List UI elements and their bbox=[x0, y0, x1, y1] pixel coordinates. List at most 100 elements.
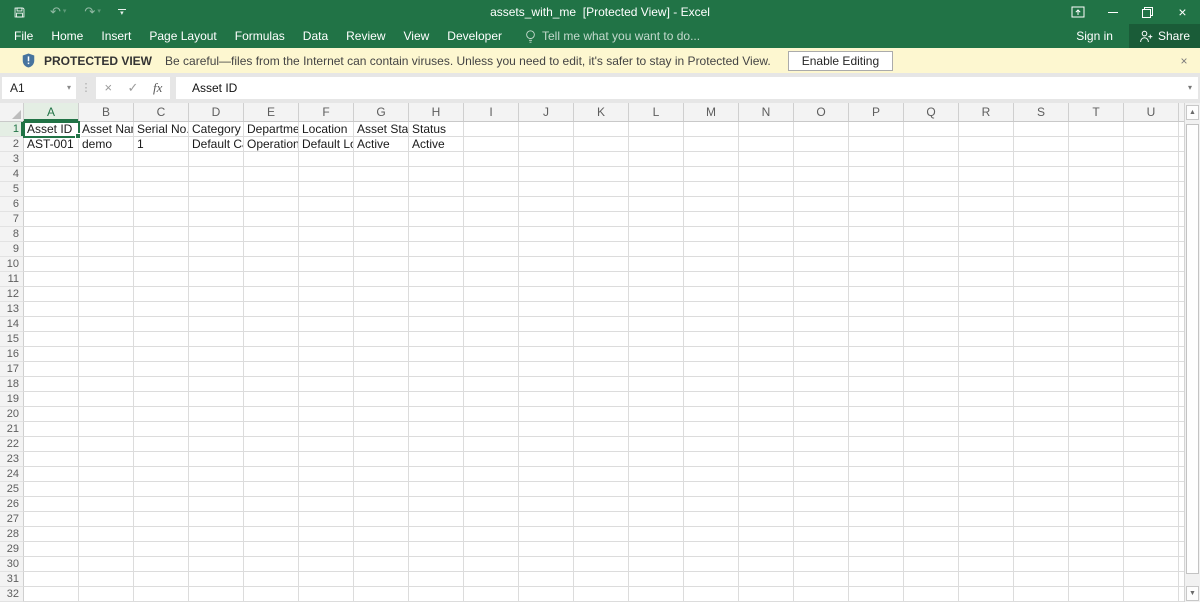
cell-F5[interactable] bbox=[299, 182, 354, 197]
cell-J21[interactable] bbox=[519, 422, 574, 437]
cell-C29[interactable] bbox=[134, 542, 189, 557]
cell-Q3[interactable] bbox=[904, 152, 959, 167]
row-header-9[interactable]: 9 bbox=[0, 242, 24, 257]
cell-N11[interactable] bbox=[739, 272, 794, 287]
cell-E7[interactable] bbox=[244, 212, 299, 227]
cell-F12[interactable] bbox=[299, 287, 354, 302]
cell-O16[interactable] bbox=[794, 347, 849, 362]
row-header-18[interactable]: 18 bbox=[0, 377, 24, 392]
cell-A31[interactable] bbox=[24, 572, 79, 587]
column-header-J[interactable]: J bbox=[519, 103, 574, 121]
cell-C6[interactable] bbox=[134, 197, 189, 212]
cell-I12[interactable] bbox=[464, 287, 519, 302]
cell-F8[interactable] bbox=[299, 227, 354, 242]
cell-M9[interactable] bbox=[684, 242, 739, 257]
cell-B32[interactable] bbox=[79, 587, 134, 602]
cell-J6[interactable] bbox=[519, 197, 574, 212]
row-header-8[interactable]: 8 bbox=[0, 227, 24, 242]
scrollbar-thumb[interactable] bbox=[1186, 124, 1199, 574]
fill-handle[interactable] bbox=[75, 133, 81, 139]
cell-G9[interactable] bbox=[354, 242, 409, 257]
cell-T27[interactable] bbox=[1069, 512, 1124, 527]
cell-P4[interactable] bbox=[849, 167, 904, 182]
cell-S1[interactable] bbox=[1014, 122, 1069, 137]
cell-H16[interactable] bbox=[409, 347, 464, 362]
cell-P23[interactable] bbox=[849, 452, 904, 467]
row-header-1[interactable]: 1 bbox=[0, 122, 24, 137]
cell-N10[interactable] bbox=[739, 257, 794, 272]
cell-C30[interactable] bbox=[134, 557, 189, 572]
cell-E26[interactable] bbox=[244, 497, 299, 512]
cell-D30[interactable] bbox=[189, 557, 244, 572]
cell-S6[interactable] bbox=[1014, 197, 1069, 212]
cell-N6[interactable] bbox=[739, 197, 794, 212]
cell-O1[interactable] bbox=[794, 122, 849, 137]
cell-H25[interactable] bbox=[409, 482, 464, 497]
cell-T23[interactable] bbox=[1069, 452, 1124, 467]
cell-I30[interactable] bbox=[464, 557, 519, 572]
row-header-13[interactable]: 13 bbox=[0, 302, 24, 317]
cell-S14[interactable] bbox=[1014, 317, 1069, 332]
cell-F31[interactable] bbox=[299, 572, 354, 587]
cell-L6[interactable] bbox=[629, 197, 684, 212]
row-header-12[interactable]: 12 bbox=[0, 287, 24, 302]
cell-U32[interactable] bbox=[1124, 587, 1179, 602]
cell-K18[interactable] bbox=[574, 377, 629, 392]
cell-H32[interactable] bbox=[409, 587, 464, 602]
cell-A17[interactable] bbox=[24, 362, 79, 377]
cell-E3[interactable] bbox=[244, 152, 299, 167]
cell-L17[interactable] bbox=[629, 362, 684, 377]
cell-R10[interactable] bbox=[959, 257, 1014, 272]
select-all-button[interactable] bbox=[0, 103, 24, 121]
cell-K13[interactable] bbox=[574, 302, 629, 317]
cell-P3[interactable] bbox=[849, 152, 904, 167]
cell-J10[interactable] bbox=[519, 257, 574, 272]
cell-A22[interactable] bbox=[24, 437, 79, 452]
cell-A30[interactable] bbox=[24, 557, 79, 572]
cell-M26[interactable] bbox=[684, 497, 739, 512]
cell-J2[interactable] bbox=[519, 137, 574, 152]
enter-check-icon[interactable]: ✓ bbox=[121, 77, 146, 99]
cell-N20[interactable] bbox=[739, 407, 794, 422]
cell-D2[interactable]: Default Category bbox=[189, 137, 244, 152]
cell-T19[interactable] bbox=[1069, 392, 1124, 407]
cell-C17[interactable] bbox=[134, 362, 189, 377]
cell-I4[interactable] bbox=[464, 167, 519, 182]
cell-D7[interactable] bbox=[189, 212, 244, 227]
column-header-D[interactable]: D bbox=[189, 103, 244, 121]
cell-C2[interactable]: 1 bbox=[134, 137, 189, 152]
cell-T10[interactable] bbox=[1069, 257, 1124, 272]
cell-E12[interactable] bbox=[244, 287, 299, 302]
cell-U21[interactable] bbox=[1124, 422, 1179, 437]
cell-H5[interactable] bbox=[409, 182, 464, 197]
cell-D9[interactable] bbox=[189, 242, 244, 257]
name-box[interactable]: A1 ▾ bbox=[2, 77, 76, 99]
cell-R22[interactable] bbox=[959, 437, 1014, 452]
cell-A13[interactable] bbox=[24, 302, 79, 317]
cell-D16[interactable] bbox=[189, 347, 244, 362]
cell-U22[interactable] bbox=[1124, 437, 1179, 452]
cell-E16[interactable] bbox=[244, 347, 299, 362]
cell-K22[interactable] bbox=[574, 437, 629, 452]
cell-F15[interactable] bbox=[299, 332, 354, 347]
cell-B25[interactable] bbox=[79, 482, 134, 497]
cell-A8[interactable] bbox=[24, 227, 79, 242]
cell-I21[interactable] bbox=[464, 422, 519, 437]
cell-Q4[interactable] bbox=[904, 167, 959, 182]
cell-H9[interactable] bbox=[409, 242, 464, 257]
cell-U13[interactable] bbox=[1124, 302, 1179, 317]
cell-L14[interactable] bbox=[629, 317, 684, 332]
cell-E8[interactable] bbox=[244, 227, 299, 242]
cell-B7[interactable] bbox=[79, 212, 134, 227]
cell-A2[interactable]: AST-001 bbox=[24, 137, 79, 152]
column-header-L[interactable]: L bbox=[629, 103, 684, 121]
cell-A3[interactable] bbox=[24, 152, 79, 167]
cell-B3[interactable] bbox=[79, 152, 134, 167]
cell-T5[interactable] bbox=[1069, 182, 1124, 197]
cell-H13[interactable] bbox=[409, 302, 464, 317]
cell-E1[interactable]: Department bbox=[244, 122, 299, 137]
cell-F32[interactable] bbox=[299, 587, 354, 602]
cell-E29[interactable] bbox=[244, 542, 299, 557]
cell-O15[interactable] bbox=[794, 332, 849, 347]
cell-M31[interactable] bbox=[684, 572, 739, 587]
